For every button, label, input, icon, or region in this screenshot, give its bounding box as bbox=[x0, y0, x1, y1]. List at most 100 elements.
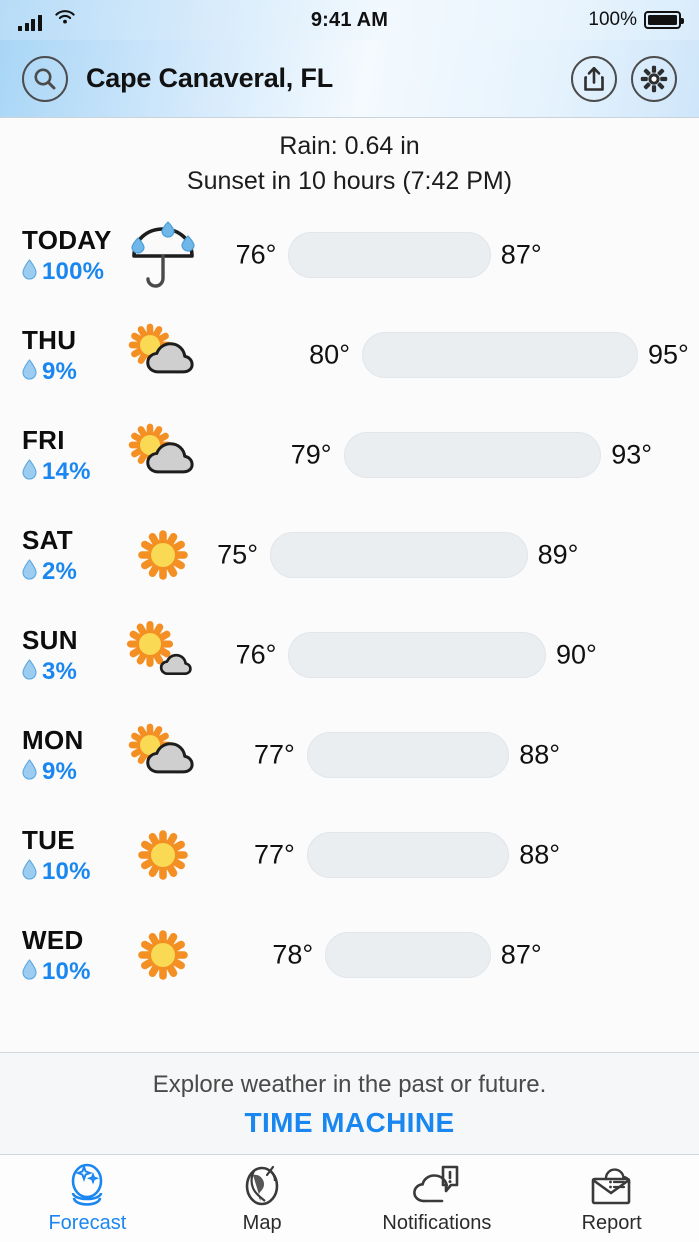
forecast-row[interactable]: WED 10% 78° 87° bbox=[0, 905, 699, 1005]
raindrop-icon bbox=[22, 259, 37, 285]
day-label: SAT bbox=[22, 525, 118, 555]
temperature-range: 80° 95° bbox=[208, 305, 699, 405]
day-column: MON 9% bbox=[0, 725, 118, 786]
tab-map[interactable]: Map bbox=[175, 1155, 350, 1242]
precipitation-percent: 10% bbox=[42, 958, 91, 986]
temperature-range: 77° 88° bbox=[208, 805, 699, 905]
precipitation-percent: 100% bbox=[42, 258, 104, 286]
day-column: FRI 14% bbox=[0, 425, 118, 486]
tab-forecast[interactable]: Forecast bbox=[0, 1155, 175, 1242]
high-temperature: 87° bbox=[501, 240, 542, 271]
tab-label: Notifications bbox=[382, 1212, 491, 1235]
tab-report[interactable]: Report bbox=[524, 1155, 699, 1242]
precipitation-group: 10% bbox=[22, 858, 118, 886]
forecast-row[interactable]: FRI 14% 79° 93° bbox=[0, 405, 699, 505]
umbrella-rain-icon bbox=[118, 216, 208, 294]
crystal-ball-icon bbox=[63, 1163, 111, 1209]
precipitation-group: 2% bbox=[22, 558, 118, 586]
raindrop-icon bbox=[22, 959, 37, 985]
gear-icon[interactable] bbox=[631, 56, 677, 102]
sunset-summary: Sunset in 10 hours (7:42 PM) bbox=[0, 164, 699, 199]
precipitation-group: 100% bbox=[22, 258, 118, 286]
temperature-bar bbox=[362, 332, 638, 378]
time-machine-link[interactable]: TIME MACHINE bbox=[0, 1107, 699, 1139]
high-temperature: 88° bbox=[519, 840, 560, 871]
tab-bar: Forecast Map Notifications Report bbox=[0, 1155, 699, 1242]
precipitation-group: 10% bbox=[22, 958, 118, 986]
forecast-list: TODAY 100% 76° 87° THU bbox=[0, 205, 699, 1052]
low-temperature: 76° bbox=[236, 240, 277, 271]
envelope-cloud-icon bbox=[587, 1163, 637, 1209]
forecast-row[interactable]: MON 9% 77° 88° bbox=[0, 705, 699, 805]
day-column: TODAY 100% bbox=[0, 225, 118, 286]
day-column: SUN 3% bbox=[0, 625, 118, 686]
sun-behind-cloud-icon bbox=[118, 720, 208, 790]
low-temperature: 76° bbox=[236, 640, 277, 671]
status-bar-right: 100% bbox=[588, 9, 681, 31]
tab-notifications[interactable]: Notifications bbox=[350, 1155, 525, 1242]
forecast-row[interactable]: TUE 10% 77° 88° bbox=[0, 805, 699, 905]
precipitation-percent: 3% bbox=[42, 658, 77, 686]
temperature-bar bbox=[325, 932, 491, 978]
forecast-row[interactable]: THU 9% 80° 95° bbox=[0, 305, 699, 405]
day-column: THU 9% bbox=[0, 325, 118, 386]
temperature-range: 75° 89° bbox=[208, 505, 699, 605]
share-icon[interactable] bbox=[571, 56, 617, 102]
precipitation-percent: 2% bbox=[42, 558, 77, 586]
sun-behind-small-cloud-icon bbox=[118, 620, 208, 690]
day-label: TUE bbox=[22, 825, 118, 855]
day-label: TODAY bbox=[22, 225, 118, 255]
sun-behind-cloud-icon bbox=[118, 320, 208, 390]
low-temperature: 78° bbox=[272, 940, 313, 971]
day-label: WED bbox=[22, 925, 118, 955]
temperature-range: 77° 88° bbox=[208, 705, 699, 805]
precipitation-percent: 9% bbox=[42, 758, 77, 786]
summary-block: Rain: 0.64 in Sunset in 10 hours (7:42 P… bbox=[0, 119, 699, 199]
page-title: Cape Canaveral, FL bbox=[86, 63, 333, 94]
temperature-range: 76° 90° bbox=[208, 605, 699, 705]
high-temperature: 90° bbox=[556, 640, 597, 671]
tab-label: Forecast bbox=[48, 1212, 126, 1235]
precipitation-group: 9% bbox=[22, 358, 118, 386]
precipitation-group: 14% bbox=[22, 458, 118, 486]
nav-actions bbox=[571, 56, 677, 102]
raindrop-icon bbox=[22, 659, 37, 685]
sun-icon bbox=[118, 925, 208, 985]
navigation-bar: Cape Canaveral, FL bbox=[0, 40, 699, 118]
temperature-bar bbox=[307, 832, 509, 878]
precipitation-group: 9% bbox=[22, 758, 118, 786]
low-temperature: 77° bbox=[254, 740, 295, 771]
precipitation-percent: 14% bbox=[42, 458, 91, 486]
tab-label: Report bbox=[582, 1212, 642, 1235]
day-label: FRI bbox=[22, 425, 118, 455]
globe-icon bbox=[240, 1163, 284, 1209]
precipitation-percent: 9% bbox=[42, 358, 77, 386]
status-bar: 9:41 AM 100% bbox=[0, 0, 699, 40]
forecast-row[interactable]: SAT 2% 75° 89° bbox=[0, 505, 699, 605]
time-machine-subtitle: Explore weather in the past or future. bbox=[0, 1070, 699, 1100]
temperature-bar bbox=[270, 532, 528, 578]
battery-full-icon bbox=[644, 11, 681, 29]
day-label: MON bbox=[22, 725, 118, 755]
day-label: THU bbox=[22, 325, 118, 355]
forecast-row[interactable]: TODAY 100% 76° 87° bbox=[0, 205, 699, 305]
temperature-range: 79° 93° bbox=[208, 405, 699, 505]
high-temperature: 89° bbox=[538, 540, 579, 571]
raindrop-icon bbox=[22, 459, 37, 485]
temperature-bar bbox=[307, 732, 509, 778]
sun-icon bbox=[118, 525, 208, 585]
high-temperature: 88° bbox=[519, 740, 560, 771]
day-label: SUN bbox=[22, 625, 118, 655]
day-column: SAT 2% bbox=[0, 525, 118, 586]
forecast-row[interactable]: SUN 3% 76° 90° bbox=[0, 605, 699, 705]
temperature-range: 78° 87° bbox=[208, 905, 699, 1005]
day-column: TUE 10% bbox=[0, 825, 118, 886]
search-icon[interactable] bbox=[22, 56, 68, 102]
temperature-bar bbox=[288, 232, 490, 278]
time-machine-banner[interactable]: Explore weather in the past or future. T… bbox=[0, 1052, 699, 1155]
temperature-bar bbox=[288, 632, 546, 678]
high-temperature: 95° bbox=[648, 340, 689, 371]
battery-percent-label: 100% bbox=[588, 9, 637, 31]
precipitation-percent: 10% bbox=[42, 858, 91, 886]
precipitation-group: 3% bbox=[22, 658, 118, 686]
